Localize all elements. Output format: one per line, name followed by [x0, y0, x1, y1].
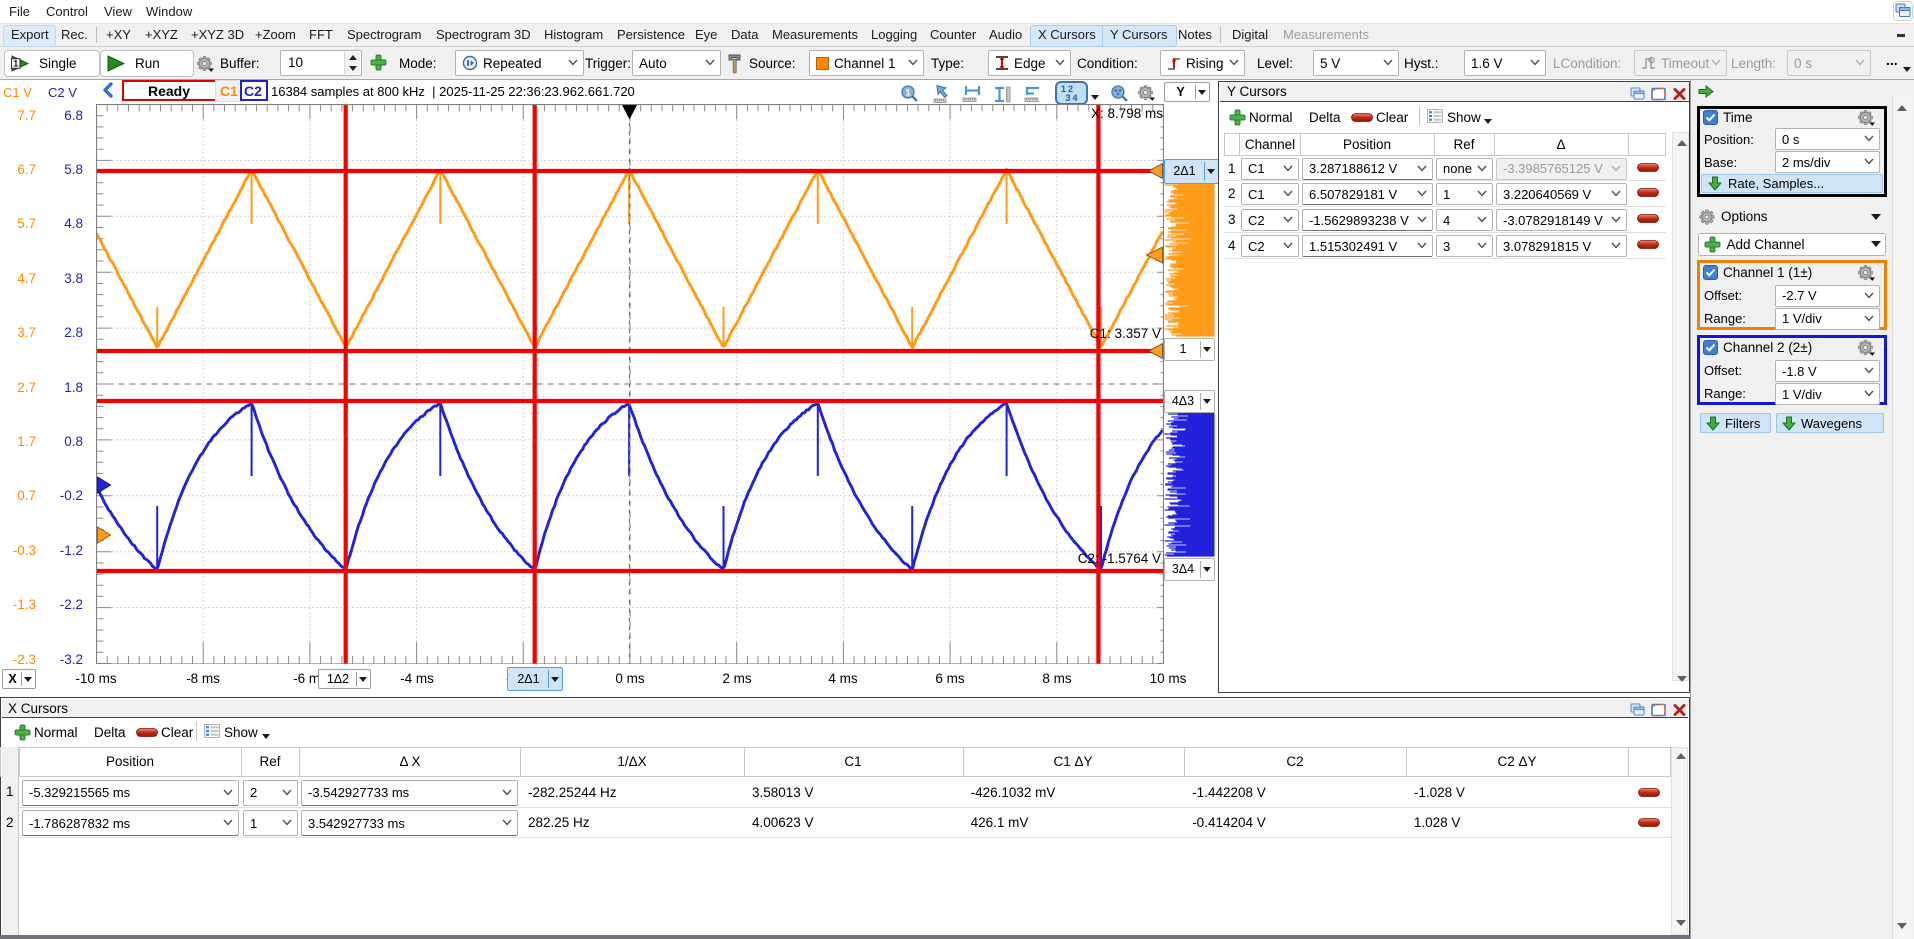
svg-text:1: 1 [905, 88, 910, 98]
svg-text:C1: 3.357 V: C1: 3.357 V [1090, 326, 1161, 341]
svg-text:1: 1 [13, 59, 19, 70]
svg-text:X: 8.798 ms: X: 8.798 ms [1091, 106, 1163, 121]
svg-text:C2: -1.5764 V: C2: -1.5764 V [1078, 551, 1161, 566]
